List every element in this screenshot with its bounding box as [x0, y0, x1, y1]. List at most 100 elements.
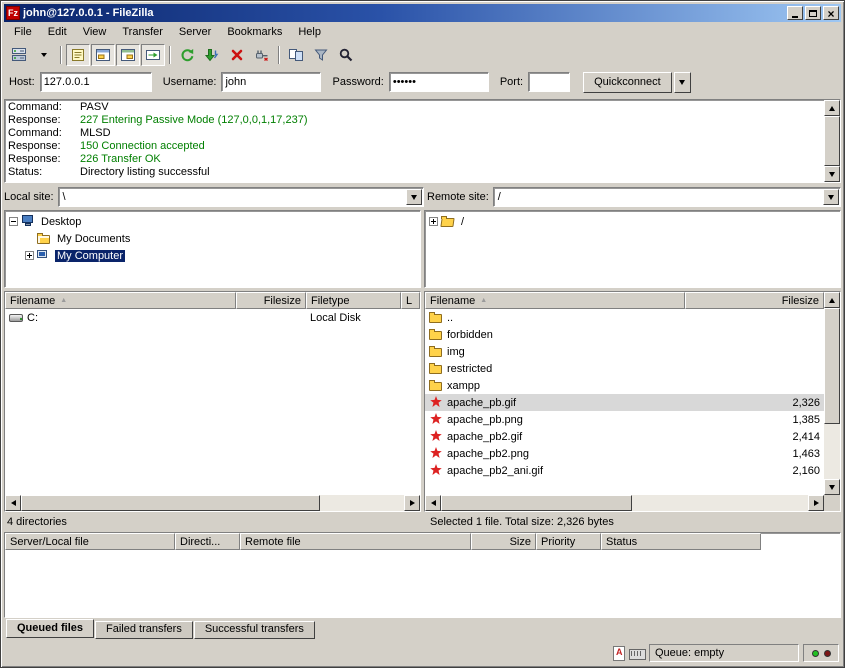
column-header[interactable]: Priority: [536, 533, 601, 550]
menu-item[interactable]: Edit: [40, 23, 75, 41]
process-queue-button[interactable]: [200, 44, 224, 66]
password-input[interactable]: [389, 72, 489, 92]
title-bar[interactable]: Fz john@127.0.0.1 - FileZilla: [4, 4, 841, 22]
quickconnect-dropdown-button[interactable]: [674, 72, 691, 93]
column-header[interactable]: Directi...: [175, 533, 240, 550]
menu-item[interactable]: View: [75, 23, 115, 41]
local-horizontal-scrollbar[interactable]: [5, 495, 420, 511]
find-files-button[interactable]: [334, 44, 358, 66]
minimize-button[interactable]: [787, 6, 803, 20]
log-line-type: Command:: [8, 127, 80, 140]
port-input[interactable]: [528, 72, 570, 92]
tree-expander-icon[interactable]: [429, 217, 438, 226]
site-manager-button[interactable]: [7, 44, 31, 66]
scrollbar-track[interactable]: [824, 308, 840, 479]
disconnect-button[interactable]: [250, 44, 274, 66]
file-row[interactable]: img: [425, 343, 824, 360]
statusbar-icons: [610, 646, 645, 660]
tree-expander-icon[interactable]: [25, 251, 34, 260]
file-row[interactable]: xampp: [425, 377, 824, 394]
menu-item[interactable]: Help: [290, 23, 329, 41]
column-header[interactable]: Filename: [5, 292, 236, 309]
refresh-button[interactable]: [175, 44, 199, 66]
log-vertical-scrollbar[interactable]: [824, 100, 840, 182]
file-row[interactable]: forbidden: [425, 326, 824, 343]
tree-item[interactable]: Desktop: [5, 213, 420, 230]
tree-item-label: /: [459, 216, 466, 228]
file-row[interactable]: C: Local Disk: [5, 309, 420, 326]
scrollbar-track[interactable]: [21, 495, 404, 511]
username-input[interactable]: [221, 72, 321, 92]
file-row[interactable]: apache_pb2_ani.gif 2,160: [425, 462, 824, 479]
close-button[interactable]: [823, 6, 839, 20]
column-header[interactable]: Filesize: [685, 292, 824, 309]
scrollbar-track[interactable]: [441, 495, 808, 511]
column-header[interactable]: Filesize: [236, 292, 306, 309]
directory-comparison-button[interactable]: [284, 44, 308, 66]
filename-filters-button[interactable]: [309, 44, 333, 66]
column-header[interactable]: Remote file: [240, 533, 471, 550]
tree-item-label: My Computer: [55, 250, 125, 262]
column-header[interactable]: Filetype: [306, 292, 401, 309]
toggle-local-tree-button[interactable]: [91, 44, 115, 66]
scrollbar-thumb[interactable]: [21, 495, 320, 511]
local-site-dropdown-button[interactable]: [406, 189, 422, 205]
maximize-button[interactable]: [805, 6, 821, 20]
tree-item[interactable]: My Computer: [5, 247, 420, 264]
tree-expander-icon[interactable]: [9, 217, 18, 226]
file-row[interactable]: restricted: [425, 360, 824, 377]
quickconnect-button[interactable]: Quickconnect: [583, 72, 672, 93]
remote-vertical-scrollbar[interactable]: [824, 292, 840, 495]
tree-item[interactable]: My Documents: [5, 230, 420, 247]
file-row[interactable]: apache_pb.gif 2,326: [425, 394, 824, 411]
menu-item[interactable]: Bookmarks: [219, 23, 290, 41]
queue-tab[interactable]: Failed transfers: [95, 621, 193, 639]
scroll-left-button[interactable]: [425, 495, 441, 511]
transfer-type-icon[interactable]: [610, 646, 626, 660]
file-row[interactable]: apache_pb2.png 1,463: [425, 445, 824, 462]
remote-horizontal-scrollbar[interactable]: [425, 495, 824, 511]
tree-item[interactable]: /: [425, 213, 840, 230]
menu-item[interactable]: Transfer: [114, 23, 171, 41]
queue-body[interactable]: [5, 550, 840, 617]
toggle-transfer-queue-button[interactable]: [141, 44, 165, 66]
remote-list-header: FilenameFilesize: [425, 292, 824, 309]
scroll-right-button[interactable]: [808, 495, 824, 511]
site-manager-dropdown[interactable]: [32, 44, 56, 66]
remote-list-body[interactable]: .. forbidden: [425, 309, 824, 495]
file-row[interactable]: ..: [425, 309, 824, 326]
scroll-right-button[interactable]: [404, 495, 420, 511]
remote-site-dropdown-button[interactable]: [823, 189, 839, 205]
cancel-operation-button[interactable]: [225, 44, 249, 66]
scroll-down-button[interactable]: [824, 166, 840, 182]
quickconnect-bar: Host: Username: Password: Port: Quickcon…: [4, 68, 841, 96]
list-status-row: 4 directories Selected 1 file. Total siz…: [4, 512, 841, 532]
scroll-up-button[interactable]: [824, 292, 840, 308]
column-header[interactable]: Filename: [425, 292, 685, 309]
menu-item[interactable]: Server: [171, 23, 219, 41]
file-row[interactable]: apache_pb2.gif 2,414: [425, 428, 824, 445]
column-header[interactable]: Server/Local file: [5, 533, 175, 550]
host-input[interactable]: [40, 72, 152, 92]
column-header[interactable]: Size: [471, 533, 536, 550]
speed-limit-icon[interactable]: [629, 646, 645, 660]
toggle-message-log-button[interactable]: [66, 44, 90, 66]
queue-tab[interactable]: Queued files: [6, 619, 94, 638]
scroll-down-button[interactable]: [824, 479, 840, 495]
menu-item[interactable]: File: [6, 23, 40, 41]
scrollbar-thumb[interactable]: [441, 495, 632, 511]
log-line-message: PASV: [80, 101, 109, 114]
file-row[interactable]: apache_pb.png 1,385: [425, 411, 824, 428]
toggle-remote-tree-button[interactable]: [116, 44, 140, 66]
local-site-combo[interactable]: \: [58, 187, 424, 207]
scrollbar-track[interactable]: [824, 116, 840, 166]
scrollbar-thumb[interactable]: [824, 308, 840, 424]
column-header[interactable]: L: [401, 292, 420, 309]
queue-tab[interactable]: Successful transfers: [194, 621, 315, 639]
local-list-body[interactable]: C: Local Disk: [5, 309, 420, 495]
remote-site-combo[interactable]: /: [493, 187, 841, 207]
column-header[interactable]: Status: [601, 533, 761, 550]
scrollbar-thumb[interactable]: [824, 116, 840, 166]
scroll-up-button[interactable]: [824, 100, 840, 116]
scroll-left-button[interactable]: [5, 495, 21, 511]
